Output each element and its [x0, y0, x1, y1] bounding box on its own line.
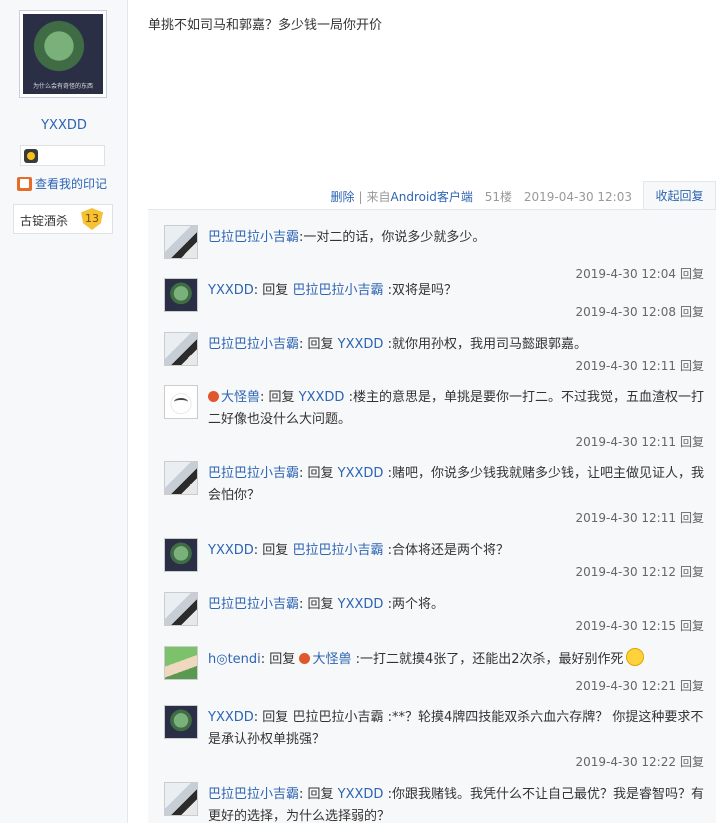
commenter-avatar[interactable] [164, 225, 198, 259]
reply-link[interactable]: 回复 [680, 511, 704, 525]
level-name: 古锭酒杀 [20, 214, 69, 228]
comment-time: 2019-4-30 12:11 [575, 359, 676, 373]
comment-text: :两个将。 [383, 597, 444, 612]
reply-target[interactable]: YXXDD [338, 337, 384, 352]
comment-time: 2019-4-30 12:21 [575, 679, 676, 693]
commenter-avatar[interactable] [164, 538, 198, 572]
comment-author[interactable]: YXXDD [208, 283, 254, 298]
commenter-avatar[interactable] [164, 705, 198, 739]
angry-emoji-icon [208, 391, 219, 402]
reply-link[interactable]: 回复 [680, 679, 704, 693]
comment-text: :就你用孙权，我用司马懿跟郭嘉。 [383, 337, 587, 352]
smile-emoji-icon [625, 648, 644, 666]
post-time: 2019-04-30 12:03 [523, 190, 632, 204]
level-shield-icon: 13 [81, 208, 103, 230]
reply-target[interactable]: 巴拉巴拉小吉霸 [292, 543, 383, 558]
comment-author[interactable]: 大怪兽 [221, 390, 260, 405]
reply-link[interactable]: 回复 [680, 305, 704, 319]
comment-time: 2019-4-30 12:12 [575, 565, 676, 579]
author-sidebar: 为什么会有奇怪的东西 YXXDD 查看我的印记 古锭酒杀 13 [0, 0, 128, 823]
comment-text: :一打二就摸4张了，还能出2次杀，最好别作死 [351, 652, 624, 667]
comment-author[interactable]: h◎tendi [208, 652, 261, 667]
comment-text: :合体将还是两个将？ [383, 543, 509, 558]
comment-time: 2019-4-30 12:15 [575, 619, 676, 633]
angry-emoji-icon [299, 653, 311, 664]
reply-link[interactable]: 回复 [680, 755, 704, 769]
reply-link[interactable]: 回复 [680, 565, 704, 579]
commenter-avatar[interactable] [164, 592, 198, 626]
comment-text: :双将是吗？ [383, 283, 457, 298]
book-icon [17, 176, 32, 191]
commenter-avatar[interactable] [164, 278, 198, 312]
reply-link[interactable]: 回复 [680, 359, 704, 373]
reply-target[interactable]: 巴拉巴拉小吉霸 [292, 283, 383, 298]
reply-target[interactable]: YXXDD [299, 390, 345, 405]
source-link[interactable]: Android客户端 [391, 190, 473, 204]
comment-author[interactable]: 巴拉巴拉小吉霸 [208, 466, 299, 481]
view-marks-link[interactable]: 查看我的印记 [17, 175, 107, 192]
sun-badge-icon[interactable] [24, 149, 38, 163]
avatar-image: 为什么会有奇怪的东西 [23, 14, 103, 94]
comment-author[interactable]: 巴拉巴拉小吉霸 [208, 787, 299, 802]
author-username[interactable]: YXXDD [0, 118, 128, 133]
comment-time: 2019-4-30 12:22 [575, 755, 676, 769]
commenter-avatar[interactable] [164, 385, 198, 419]
reply-link[interactable]: 回复 [680, 267, 704, 281]
commenter-avatar[interactable] [164, 332, 198, 366]
commenter-avatar[interactable] [164, 782, 198, 816]
delete-link[interactable]: 删除 [330, 190, 354, 204]
comment-author[interactable]: YXXDD [208, 710, 254, 725]
post-tail: 删除 | 来自Android客户端 51楼 2019-04-30 12:03 [330, 190, 632, 204]
reply-link[interactable]: 回复 [680, 435, 704, 449]
collapse-replies-button[interactable]: 收起回复 [643, 181, 716, 209]
comment-time: 2019-4-30 12:08 [575, 305, 676, 319]
post-content: 单挑不如司马和郭嘉？多少钱一局你开价 [148, 18, 383, 33]
comment-author[interactable]: 巴拉巴拉小吉霸 [208, 230, 299, 245]
reply-target[interactable]: 大怪兽 [312, 652, 351, 667]
comment-time: 2019-4-30 12:11 [575, 511, 676, 525]
commenter-avatar[interactable] [164, 461, 198, 495]
comment-author[interactable]: 巴拉巴拉小吉霸 [208, 597, 299, 612]
comment-text: :一对二的话，你说多少就多少。 [299, 230, 486, 245]
comment-time: 2019-4-30 12:11 [575, 435, 676, 449]
comment-author[interactable]: YXXDD [208, 543, 254, 558]
reply-target[interactable]: YXXDD [338, 466, 384, 481]
comment-author[interactable]: 巴拉巴拉小吉霸 [208, 337, 299, 352]
badge-box [20, 145, 105, 166]
reply-target[interactable]: YXXDD [338, 787, 384, 802]
comment-box: 巴拉巴拉小吉霸:一对二的话，你说多少就多少。 2019-4-30 12:04 回复… [148, 209, 716, 824]
reply-link[interactable]: 回复 [680, 619, 704, 633]
level-badge[interactable]: 古锭酒杀 13 [13, 204, 113, 234]
comment-time: 2019-4-30 12:04 [575, 267, 676, 281]
reply-target[interactable]: 巴拉巴拉小吉霸 [292, 710, 383, 725]
commenter-avatar[interactable] [164, 646, 198, 680]
avatar-caption: 为什么会有奇怪的东西 [32, 83, 93, 90]
floor-number: 51楼 [484, 190, 513, 204]
author-avatar[interactable]: 为什么会有奇怪的东西 [19, 10, 107, 98]
reply-target[interactable]: YXXDD [338, 597, 384, 612]
